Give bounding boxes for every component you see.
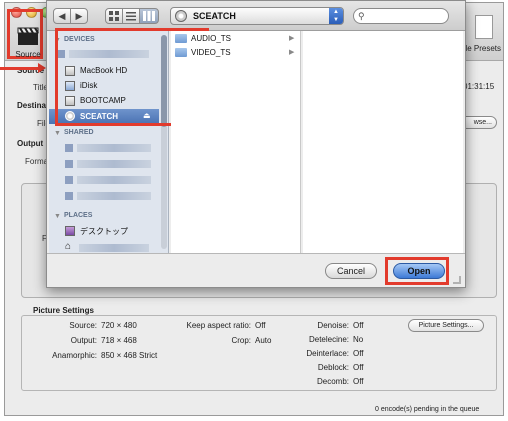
dialog-footer: Cancel Open bbox=[47, 253, 465, 287]
ps-keep-aspect-value: Off bbox=[255, 321, 266, 330]
source-toolbar-button[interactable]: Source bbox=[7, 9, 43, 59]
places-header: PLACES bbox=[64, 212, 93, 219]
presets-toolbar-label[interactable]: gle Presets bbox=[461, 44, 501, 53]
clapperboard-icon bbox=[17, 27, 39, 45]
blurred-shared-item bbox=[77, 176, 151, 184]
annotation-arrow-line bbox=[0, 67, 40, 70]
ps-output-value: 718 × 468 bbox=[101, 336, 137, 345]
ps-deblock-label: Deblock: bbox=[317, 363, 349, 372]
cancel-button[interactable]: Cancel bbox=[325, 263, 377, 279]
disclosure-triangle-icon[interactable]: ▼ bbox=[54, 213, 61, 220]
ps-output-label: Output: bbox=[70, 336, 97, 345]
browser-column-2 bbox=[303, 31, 463, 253]
browser-column-1: AUDIO_TS ▶ VIDEO_TS ▶ ✥ bbox=[171, 31, 381, 253]
chevron-right-icon: ▶ bbox=[289, 49, 295, 56]
ps-deinterlace-label: Deinterlace: bbox=[306, 349, 349, 358]
file-row[interactable]: VIDEO_TS ▶ bbox=[171, 45, 299, 59]
folder-icon bbox=[175, 48, 187, 57]
ps-deblock-value: Off bbox=[353, 363, 364, 372]
ps-detelecine-label: Detelecine: bbox=[308, 335, 349, 344]
ps-anamorphic-label: Anamorphic: bbox=[52, 351, 97, 360]
open-file-dialog: ◀ ▶ SCEATCH ▲ ▼ ⚲ ▼ DEVICES MacBook HD iD… bbox=[46, 0, 466, 288]
home-icon: ⌂ bbox=[65, 241, 72, 252]
blurred-shared-icon bbox=[65, 176, 73, 184]
blurred-shared-item bbox=[77, 192, 151, 200]
ps-denoise-label: Denoise: bbox=[317, 321, 349, 330]
blurred-shared-icon bbox=[65, 160, 73, 168]
location-label: SCEATCH bbox=[193, 11, 236, 21]
open-button[interactable]: Open bbox=[393, 263, 445, 279]
ps-anamorphic-value: 850 × 468 Strict bbox=[101, 351, 158, 360]
file-row[interactable]: AUDIO_TS ▶ bbox=[171, 31, 299, 45]
grid-view-icon bbox=[109, 11, 119, 21]
source-button-label: Source bbox=[15, 50, 41, 59]
ps-crop-value: Auto bbox=[255, 336, 272, 345]
blurred-shared-icon bbox=[65, 144, 73, 152]
title-duration: 01:31:15 bbox=[463, 82, 495, 91]
ps-deinterlace-value: Off bbox=[353, 349, 364, 358]
dialog-toolbar: ◀ ▶ SCEATCH ▲ ▼ ⚲ bbox=[47, 1, 465, 31]
list-view-button[interactable] bbox=[122, 8, 140, 24]
resize-grip-icon[interactable] bbox=[453, 276, 461, 284]
blurred-place-item bbox=[79, 244, 149, 252]
ps-denoise-value: Off bbox=[353, 321, 364, 330]
ps-keep-aspect-label: Keep aspect ratio: bbox=[186, 321, 251, 330]
chevron-right-icon: ▶ bbox=[289, 35, 295, 42]
file-name: AUDIO_TS bbox=[191, 34, 232, 43]
shared-header: SHARED bbox=[64, 129, 94, 136]
location-popup[interactable]: SCEATCH ▲ ▼ bbox=[170, 7, 344, 25]
blurred-shared-item bbox=[77, 160, 151, 168]
ps-decomb-value: Off bbox=[353, 377, 364, 386]
presets-drawer-icon[interactable] bbox=[475, 15, 493, 39]
popup-arrows-icon: ▲ ▼ bbox=[329, 8, 343, 24]
annotation-arrow-head-icon bbox=[38, 63, 46, 73]
search-icon: ⚲ bbox=[358, 11, 365, 21]
disc-icon bbox=[175, 10, 187, 22]
ps-crop-label: Crop: bbox=[231, 336, 251, 345]
destination-section-label: Destinat bbox=[17, 101, 49, 110]
disclosure-triangle-icon[interactable]: ▼ bbox=[54, 130, 61, 137]
blurred-shared-item bbox=[77, 144, 151, 152]
search-field[interactable]: ⚲ bbox=[353, 8, 449, 24]
queue-status-text: 0 encode(s) pending in the queue bbox=[375, 406, 480, 413]
column-view-button[interactable] bbox=[139, 8, 159, 24]
icon-view-button[interactable] bbox=[105, 8, 123, 24]
ps-source-label: Source: bbox=[69, 321, 97, 330]
picture-settings-title: Picture Settings bbox=[33, 306, 94, 315]
column-view-icon bbox=[143, 11, 155, 21]
desktop-icon bbox=[65, 226, 75, 236]
blurred-shared-icon bbox=[65, 192, 73, 200]
back-button[interactable]: ◀ bbox=[53, 8, 71, 24]
picture-settings-button[interactable]: Picture Settings... bbox=[408, 319, 484, 332]
folder-icon bbox=[175, 34, 187, 43]
list-view-icon bbox=[126, 12, 136, 21]
ps-source-value: 720 × 480 bbox=[101, 321, 137, 330]
ps-decomb-label: Decomb: bbox=[316, 377, 349, 386]
output-section-label: Output bbox=[17, 139, 44, 148]
sidebar-item-desktop[interactable]: デスクトップ bbox=[80, 226, 128, 237]
ps-detelecine-value: No bbox=[353, 335, 364, 344]
file-name: VIDEO_TS bbox=[191, 48, 231, 57]
forward-button[interactable]: ▶ bbox=[70, 8, 88, 24]
